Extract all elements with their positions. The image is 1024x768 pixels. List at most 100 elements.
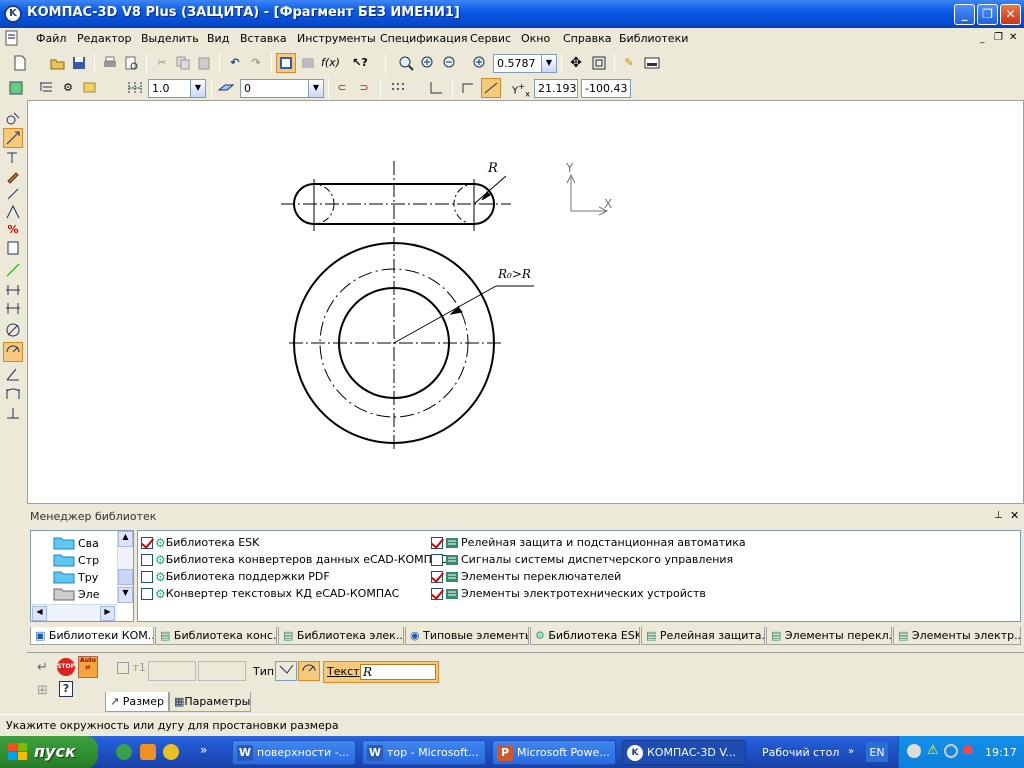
library-item[interactable]: Элементы электротехнических устройств (431, 585, 746, 602)
chevron-down-icon[interactable]: ▼ (541, 55, 556, 72)
checkbox[interactable] (431, 536, 443, 549)
paste-button[interactable] (194, 53, 214, 73)
chevron-right-icon[interactable]: » (200, 743, 207, 757)
scroll-up-icon[interactable]: ▲ (118, 531, 133, 547)
restore-button[interactable]: ❐ (977, 4, 998, 25)
library-item[interactable]: ⚙ Библиотека ESK (141, 534, 447, 551)
panel-icon[interactable] (642, 53, 662, 73)
close-panel-button[interactable]: ✕ (1010, 509, 1019, 522)
tab-size[interactable]: ↗ Размер (105, 692, 169, 712)
zoom-window-icon[interactable] (396, 53, 416, 73)
clock[interactable]: 19:17 (985, 746, 1017, 759)
arc-dimension-icon[interactable] (3, 384, 23, 404)
menu-help[interactable]: Справка (563, 32, 611, 45)
menu-edit[interactable]: Редактор (77, 32, 132, 45)
tree-item[interactable]: Тру (53, 570, 98, 584)
pan-icon[interactable]: ✥ (566, 53, 586, 73)
checkbox[interactable] (431, 570, 443, 583)
warning-icon[interactable]: ⚠ (927, 743, 939, 758)
tray-sync-icon[interactable] (944, 744, 958, 758)
variables-fx-button[interactable]: f(x) (320, 53, 340, 73)
cut-button[interactable]: ✂ (152, 53, 172, 73)
library-item[interactable]: ⚙ Библиотека конвертеров данных eCAD-КОМП… (141, 551, 447, 568)
desktop-toolbar-label[interactable]: Рабочий стол (762, 746, 839, 759)
open-button[interactable] (48, 53, 68, 73)
checkbox[interactable] (431, 587, 443, 600)
snap-magnet-icon[interactable]: ⊂ (332, 78, 352, 98)
type-radial-icon[interactable] (298, 661, 320, 681)
taskbar-task[interactable]: Wтор - Microsoft... (362, 740, 486, 765)
menu-tools[interactable]: Инструменты (297, 32, 376, 45)
tray-disk-icon[interactable] (907, 744, 921, 758)
scroll-right-icon[interactable]: ▶ (100, 606, 115, 621)
auto-dimension-icon[interactable] (3, 260, 23, 280)
tree-item[interactable]: Сва (53, 536, 99, 550)
new-document-button[interactable] (10, 53, 30, 73)
checkbox[interactable] (431, 553, 443, 566)
edit-icon[interactable] (3, 166, 23, 186)
specification-icon[interactable] (3, 238, 23, 258)
layer-icon[interactable] (216, 78, 236, 98)
tab-library-construction[interactable]: ▤ Библиотека конс... (155, 627, 277, 645)
diameter-dimension-icon[interactable] (3, 320, 23, 340)
tray-app-icon[interactable]: ☗ (962, 743, 974, 758)
vertical-scrollbar[interactable]: ▲ ▼ (117, 531, 133, 603)
menu-select[interactable]: Выделить (141, 32, 199, 45)
chevron-down-icon[interactable]: ▼ (308, 80, 323, 97)
tree-item[interactable]: Эле (53, 587, 99, 601)
help-icon[interactable]: ? (59, 681, 73, 697)
tab-electrical-elements[interactable]: ▤ Элементы электр... (893, 627, 1021, 645)
menu-insert[interactable]: Вставка (240, 32, 287, 45)
ortho-icon[interactable] (458, 78, 478, 98)
checkbox[interactable] (141, 553, 153, 566)
checkbox[interactable] (141, 570, 153, 583)
save-button[interactable] (69, 53, 89, 73)
zoom-out-icon[interactable] (440, 53, 460, 73)
show-all-icon[interactable] (589, 53, 609, 73)
radial-dimension-icon[interactable] (3, 342, 23, 362)
close-button[interactable]: ✕ (1000, 4, 1021, 25)
firefox-icon[interactable] (140, 744, 156, 760)
coord-y-field[interactable]: -100.43 (581, 79, 631, 98)
layer-manager-button[interactable] (276, 53, 296, 73)
language-indicator[interactable]: EN (866, 742, 888, 762)
media-player-icon[interactable] (163, 744, 179, 760)
select-icon[interactable]: % (3, 220, 23, 240)
step-combobox[interactable]: 1.0 ▼ (148, 79, 206, 98)
chevron-right-icon[interactable]: » (848, 746, 854, 757)
height-dimension-icon[interactable] (3, 404, 23, 424)
library-item[interactable]: ⚙ Библиотека поддержки PDF (141, 568, 447, 585)
minimize-button[interactable]: _ (954, 4, 975, 25)
tab-library-esk[interactable]: ⚙ Библиотека ESK (530, 627, 640, 645)
tab-switch-elements[interactable]: ▤ Элементы перекл... (766, 627, 892, 645)
tree-item[interactable]: Стр (53, 553, 99, 567)
show-desktop-icon[interactable] (116, 744, 132, 760)
dimension-text-input[interactable]: R (360, 664, 436, 680)
tab-library-electric[interactable]: ▤ Библиотека элек... (278, 627, 404, 645)
mdi-minimize-button[interactable]: _ (980, 34, 985, 44)
grid-icon[interactable] (388, 78, 408, 98)
menu-file[interactable]: Файл (36, 32, 66, 45)
snap-icon[interactable]: ⊞ (37, 683, 48, 698)
tree-icon[interactable] (36, 78, 56, 98)
redraw-icon[interactable]: ✎ (619, 53, 639, 73)
taskbar-task[interactable]: P Microsoft Powe... (492, 740, 616, 765)
layers-icon[interactable] (80, 78, 100, 98)
help-pointer-button[interactable]: ↖? (350, 53, 370, 73)
round-coords-icon[interactable] (481, 78, 501, 98)
tab-relay-protection[interactable]: ▤ Релейная защита... (641, 627, 765, 645)
type-leader-icon[interactable] (275, 661, 297, 681)
menu-specification[interactable]: Спецификация (380, 32, 467, 45)
scroll-down-icon[interactable]: ▼ (118, 587, 133, 603)
scroll-left-icon[interactable]: ◀ (32, 606, 47, 621)
local-cs-icon[interactable] (426, 78, 446, 98)
point-y-field[interactable] (198, 661, 246, 681)
horizontal-scrollbar[interactable]: ◀ ▶ (31, 604, 117, 621)
redo-icon[interactable]: ↷ (246, 53, 266, 73)
menu-service[interactable]: Сервис (470, 32, 511, 45)
aligned-dimension-icon[interactable] (3, 298, 23, 318)
undo-icon[interactable]: ↶ (225, 53, 245, 73)
library-item[interactable]: ⚙ Конвертер текстовых КД eCAD-КОМПАС (141, 585, 447, 602)
checkbox[interactable] (141, 587, 153, 600)
geometry-icon[interactable] (3, 108, 23, 128)
